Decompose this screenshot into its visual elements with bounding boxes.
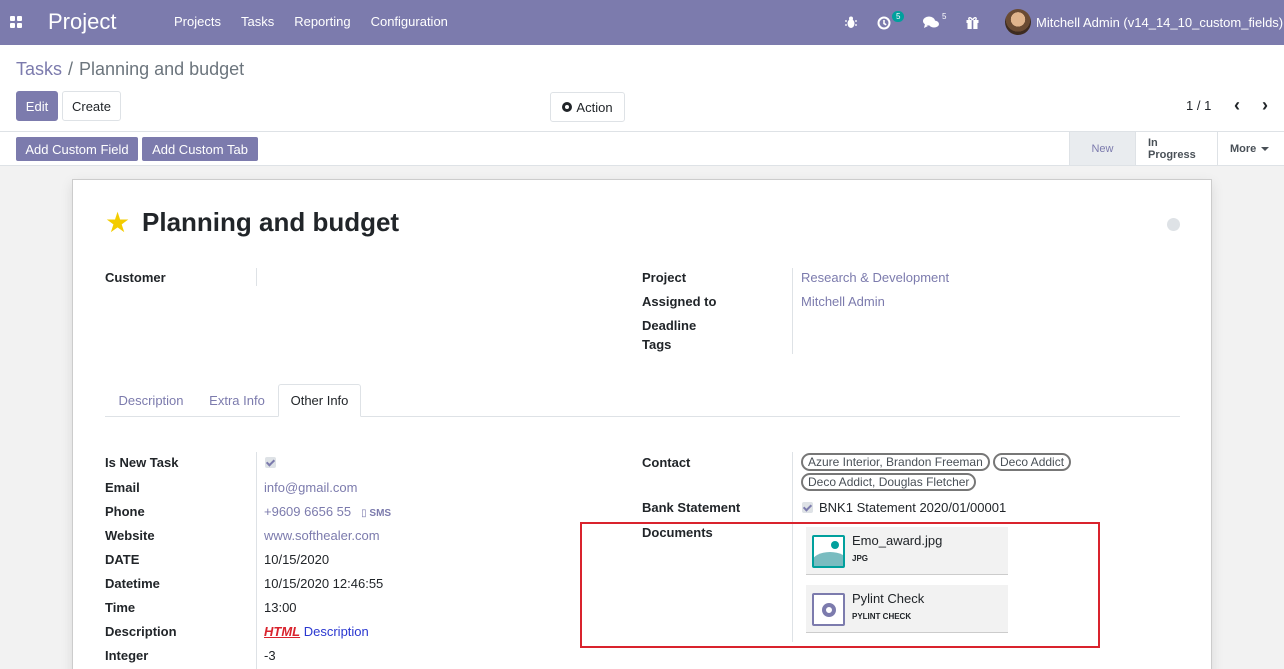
contact-tag[interactable]: Deco Addict, Douglas Fletcher	[801, 473, 977, 491]
description-label: Description	[105, 624, 177, 639]
add-custom-field-button[interactable]: Add Custom Field	[16, 137, 138, 161]
datetime-value: 10/15/2020 12:46:55	[264, 576, 384, 591]
tags-label: Tags	[642, 337, 672, 352]
menu-item-reporting[interactable]: Reporting	[284, 14, 360, 29]
control-panel: Tasks / Planning and budget Edit Create Ac…	[0, 45, 1284, 132]
notebook-tabs: Description Extra Info Other Info	[105, 384, 1180, 417]
description-html-word: HTML	[264, 624, 301, 639]
breadcrumb-tasks[interactable]: Tasks	[16, 59, 62, 79]
caret-down-icon	[1261, 146, 1270, 151]
description-value: HTML Description	[264, 624, 369, 639]
website-value[interactable]: www.softhealer.com	[264, 528, 380, 543]
main-menu: Projects Tasks Reporting Configuration	[164, 14, 458, 29]
phone-value[interactable]: +9609 6656 55	[264, 504, 351, 519]
highlight-box	[580, 522, 1100, 648]
date-label: DATE	[105, 552, 140, 567]
sms-label: SMS	[369, 508, 392, 519]
is-new-task-label: Is New Task	[105, 455, 179, 470]
user-menu[interactable]: Mitchell Admin (v14_14_10_custom_fields)	[1005, 9, 1283, 35]
user-name: Mitchell Admin (v14_14_10_custom_fields)	[1036, 14, 1284, 30]
customer-label: Customer	[105, 270, 166, 285]
menu-item-projects[interactable]: Projects	[164, 14, 231, 29]
description-text-word: Description	[303, 624, 369, 639]
record-title: Planning and budget	[142, 207, 400, 237]
bank-statement-value[interactable]: BNK1 Statement 2020/01/00001	[819, 500, 1006, 515]
bank-statement-label: Bank Statement	[642, 500, 741, 515]
left-group-divider	[256, 452, 257, 669]
chevron-right-icon[interactable]: ›	[1262, 95, 1268, 116]
stage-in-progress[interactable]: In Progress	[1135, 132, 1217, 165]
email-value[interactable]: info@gmail.com	[264, 480, 357, 495]
stage-more-dropdown[interactable]: More	[1217, 132, 1283, 165]
gear-icon	[562, 102, 573, 112]
gift-icon[interactable]	[966, 0, 979, 45]
apps-menu-icon[interactable]	[10, 16, 22, 28]
integer-value: -3	[264, 648, 276, 663]
breadcrumb-separator: /	[68, 59, 74, 79]
stage-more-label: More	[1230, 142, 1257, 155]
assigned-value[interactable]: Mitchell Admin	[801, 294, 885, 309]
date-value: 10/15/2020	[264, 552, 330, 567]
right-group-divider	[792, 268, 793, 354]
contact-tag[interactable]: Azure Interior, Brandon Freeman	[801, 453, 990, 471]
integer-label: Integer	[105, 648, 149, 663]
phone-label: Phone	[105, 504, 145, 519]
messages-icon[interactable]: 5	[923, 0, 948, 45]
contact-tag[interactable]: Deco Addict	[993, 453, 1072, 471]
avatar	[1005, 9, 1031, 35]
tab-description[interactable]: Description	[105, 384, 197, 417]
phone-field: +9609 6656 55 ▯ SMS	[264, 504, 391, 519]
menu-item-configuration[interactable]: Configuration	[361, 14, 458, 29]
project-label: Project	[642, 270, 687, 285]
sms-button[interactable]: ▯ SMS	[361, 508, 391, 519]
is-new-task-checkbox[interactable]	[265, 457, 276, 468]
time-value: 13:00	[264, 600, 297, 615]
pager-value[interactable]: 1 / 1	[1186, 98, 1211, 113]
edit-button[interactable]: Edit	[16, 91, 58, 121]
breadcrumb: Tasks / Planning and budget	[16, 59, 244, 80]
tab-extra-info[interactable]: Extra Info	[197, 384, 277, 417]
top-navbar: Project Projects Tasks Reporting Configu…	[0, 0, 1284, 45]
action-button[interactable]: Action	[550, 92, 625, 122]
add-custom-tab-button[interactable]: Add Custom Tab	[142, 137, 258, 161]
project-value[interactable]: Research & Development	[801, 270, 949, 285]
app-brand[interactable]: Project	[48, 9, 116, 35]
bank-statement-checkbox[interactable]	[802, 502, 813, 513]
chevron-left-icon[interactable]: ‹	[1234, 95, 1240, 116]
customer-field[interactable]	[256, 268, 257, 286]
action-label: Action	[576, 99, 613, 115]
breadcrumb-current: Planning and budget	[79, 59, 245, 79]
form-header: Add Custom Field Add Custom Tab New In P…	[0, 132, 1284, 166]
message-count-badge: 5	[942, 12, 947, 21]
deadline-label: Deadline	[642, 318, 697, 333]
menu-item-tasks[interactable]: Tasks	[231, 14, 284, 29]
time-label: Time	[105, 600, 136, 615]
stage-new[interactable]: New	[1069, 132, 1135, 165]
datetime-label: Datetime	[105, 576, 160, 591]
stage-statusbar: New In Progress More	[1069, 132, 1283, 165]
contact-label: Contact	[642, 455, 691, 470]
activity-count-badge: 5	[892, 11, 905, 22]
create-button[interactable]: Create	[62, 91, 121, 121]
website-label: Website	[105, 528, 155, 543]
kanban-state-icon[interactable]	[1167, 218, 1180, 231]
form-sheet: ★ Planning and budget Customer Project R…	[72, 179, 1212, 669]
assigned-label: Assigned to	[642, 294, 717, 309]
email-label: Email	[105, 480, 140, 495]
tab-other-info[interactable]: Other Info	[278, 384, 361, 417]
activity-clock-icon[interactable]: 5	[877, 0, 905, 45]
bug-icon[interactable]	[845, 0, 857, 45]
priority-star-icon[interactable]: ★	[105, 209, 130, 237]
